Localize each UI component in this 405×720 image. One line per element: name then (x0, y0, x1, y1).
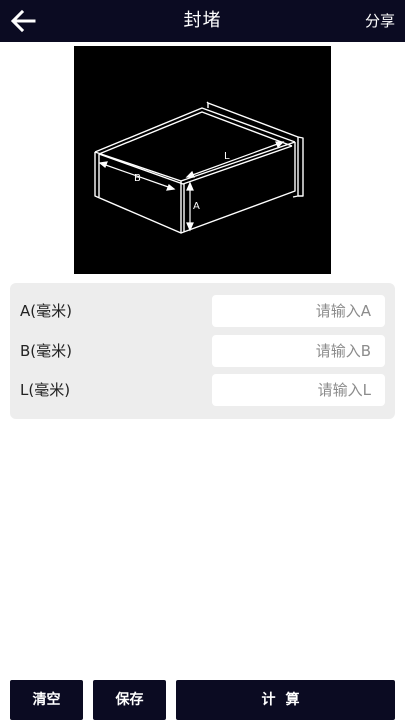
field-row-l: L(毫米) (10, 374, 395, 406)
clear-button[interactable]: 清空 (10, 680, 83, 720)
field-row-b: B(毫米) (10, 335, 395, 367)
label-a: A (193, 201, 200, 212)
input-b[interactable] (212, 335, 385, 367)
top-bar: 封堵 分享 (0, 0, 405, 42)
input-form: A(毫米) B(毫米) L(毫米) (10, 283, 395, 419)
save-button[interactable]: 保存 (93, 680, 166, 720)
input-a[interactable] (212, 295, 385, 327)
label-b: B (134, 173, 141, 184)
share-button[interactable]: 分享 (365, 0, 395, 42)
dimension-diagram: B L A (74, 46, 331, 274)
page-title: 封堵 (183, 10, 222, 31)
input-l[interactable] (212, 374, 385, 406)
field-label-a: A(毫米) (20, 302, 72, 320)
label-l: L (224, 151, 230, 162)
field-label-l: L(毫米) (20, 381, 71, 399)
calculate-button[interactable]: 计算 (176, 680, 395, 720)
field-label-b: B(毫米) (20, 342, 72, 360)
box-illustration: B L A (94, 101, 304, 234)
field-row-a: A(毫米) (10, 295, 395, 327)
